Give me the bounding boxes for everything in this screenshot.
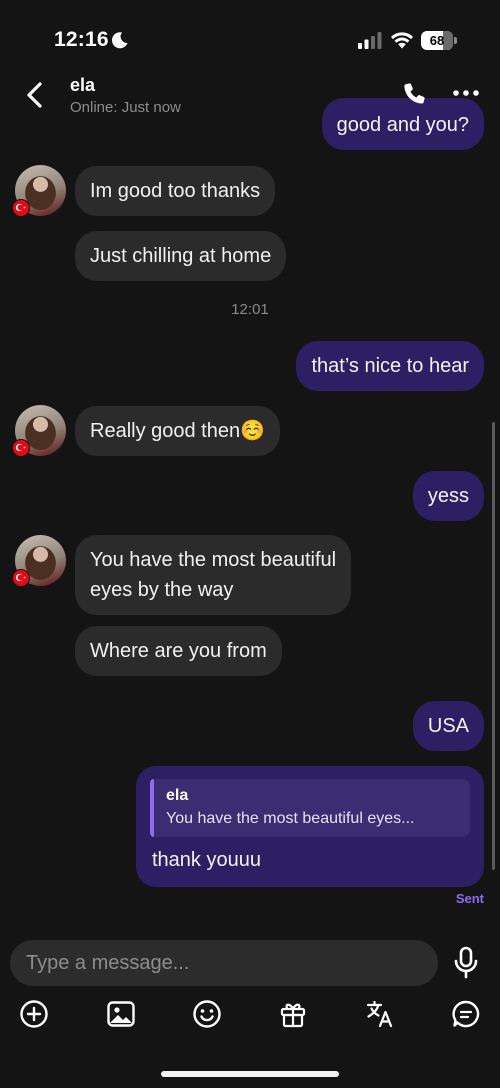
turkey-flag-icon [12, 439, 30, 457]
message-list[interactable]: good and you? Im good too thanks Just ch… [0, 0, 500, 925]
quote-accent-bar [150, 779, 154, 837]
quoted-message[interactable]: ela You have the most beautiful eyes... [150, 779, 470, 837]
emoji-icon[interactable] [192, 999, 222, 1029]
scrollbar[interactable] [492, 422, 495, 870]
translate-icon[interactable] [365, 999, 395, 1029]
message-bubble-incoming[interactable]: Where are you from [75, 626, 282, 676]
message-bubble-incoming[interactable]: Really good then☺️ [75, 406, 281, 456]
composer-toolbar [0, 995, 500, 1035]
avatar[interactable] [12, 535, 66, 587]
message-bubble-outgoing[interactable]: yess [412, 471, 484, 521]
message-text: thank youuu [152, 849, 261, 871]
contact-name[interactable]: ela [70, 75, 95, 96]
quoted-text: You have the most beautiful eyes... [166, 810, 415, 827]
message-bubble-outgoing[interactable]: USA [412, 701, 484, 751]
more-options-icon[interactable] [452, 87, 480, 99]
message-bubble-incoming[interactable]: Im good too thanks [75, 166, 276, 216]
message-text-line: You have the most beautiful [90, 549, 337, 571]
avatar[interactable] [12, 405, 66, 457]
message-bubble-reply[interactable]: ela You have the most beautiful eyes... … [136, 766, 484, 887]
image-icon[interactable] [106, 999, 136, 1029]
chat-bubble-icon[interactable] [451, 999, 481, 1029]
turkey-flag-icon [12, 569, 30, 587]
delivery-status: Sent [455, 891, 484, 906]
gift-icon[interactable] [278, 999, 308, 1029]
message-bubble-incoming[interactable]: Just chilling at home [75, 231, 287, 281]
add-icon[interactable] [19, 999, 49, 1029]
avatar[interactable] [12, 165, 66, 217]
message-bubble-outgoing[interactable]: that’s nice to hear [296, 341, 484, 391]
message-bubble-incoming[interactable]: You have the most beautiful eyes by the … [75, 535, 352, 615]
back-arrow-icon[interactable] [20, 80, 52, 110]
message-timestamp: 12:01 [231, 301, 269, 318]
chat-header: ela Online: Just now [0, 70, 500, 126]
message-input[interactable] [10, 940, 438, 986]
quoted-sender: ela [166, 787, 189, 804]
turkey-flag-icon [12, 199, 30, 217]
phone-icon[interactable] [402, 81, 428, 107]
home-indicator[interactable] [161, 1071, 339, 1077]
contact-status: Online: Just now [70, 99, 181, 116]
microphone-icon[interactable] [452, 946, 480, 980]
message-text-line: eyes by the way [90, 579, 234, 601]
